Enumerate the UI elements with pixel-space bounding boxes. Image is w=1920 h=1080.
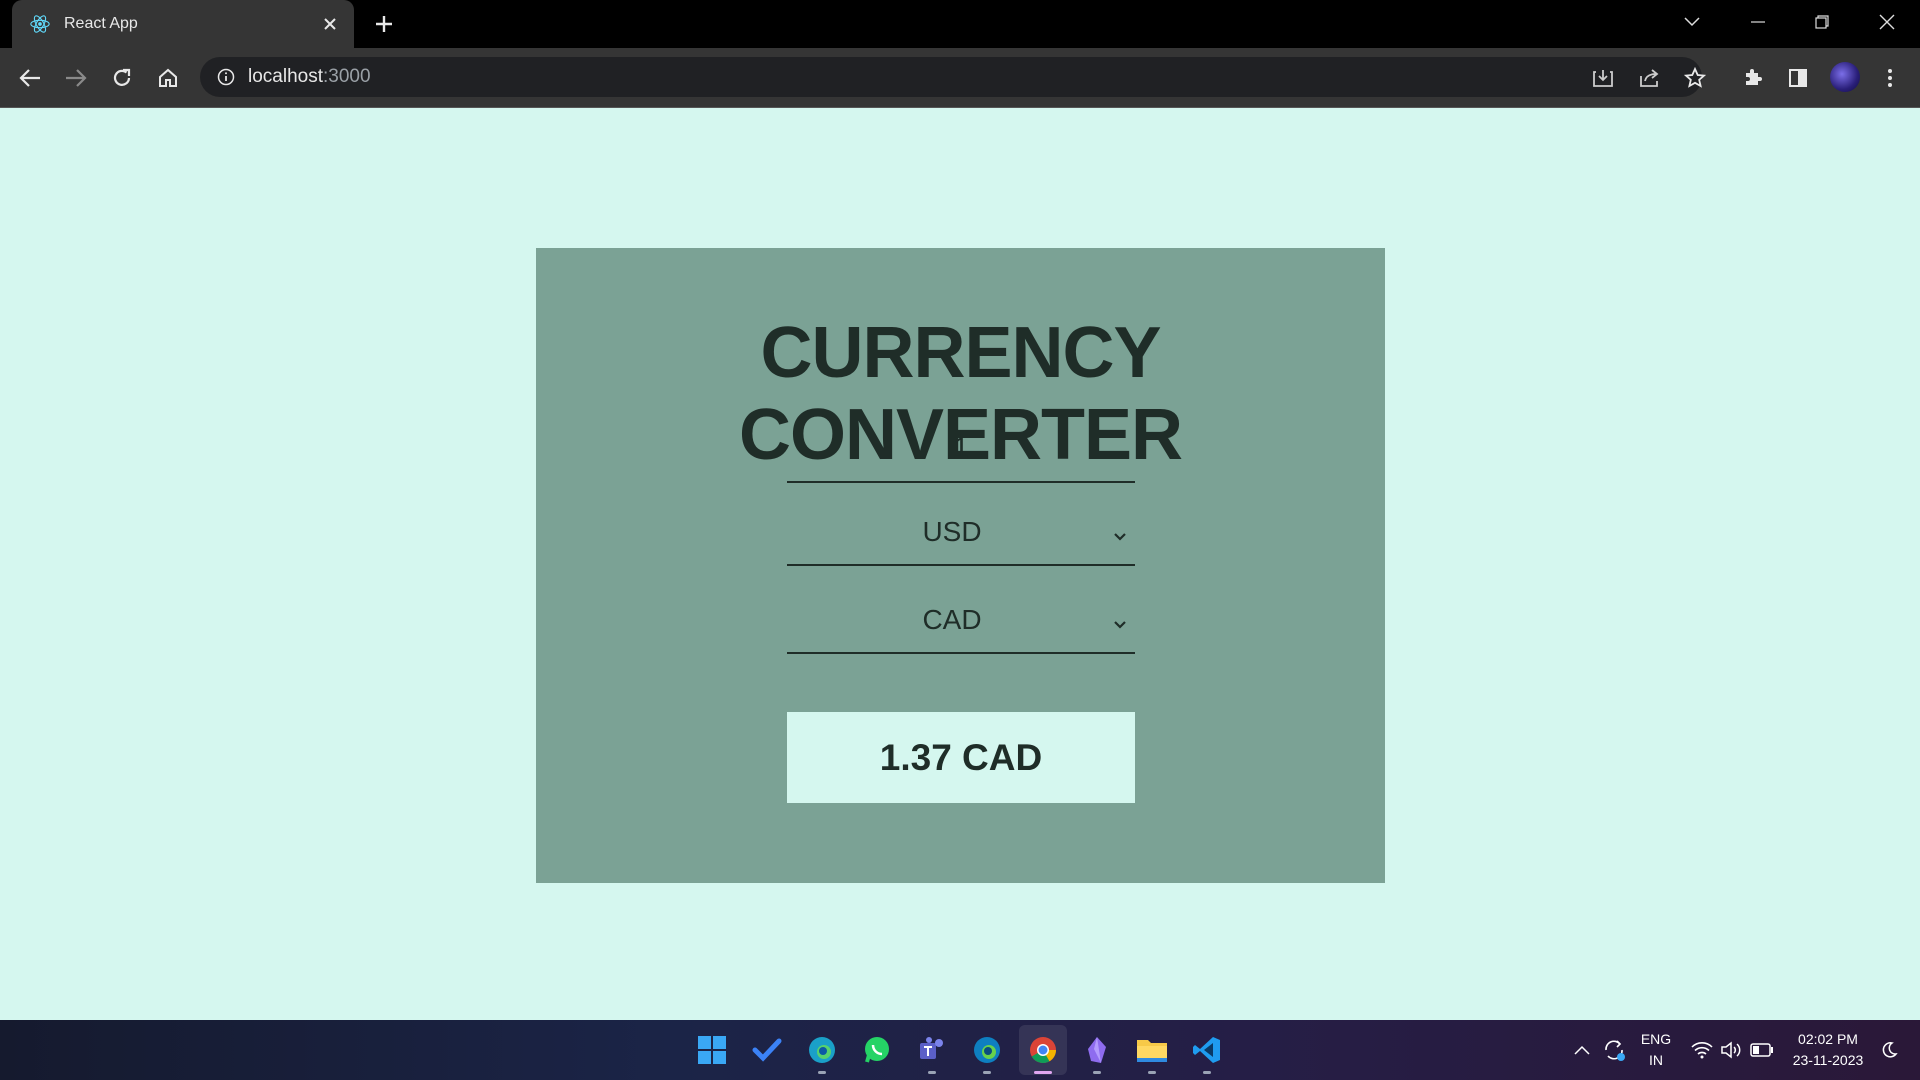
chrome-icon[interactable] xyxy=(1027,1034,1059,1066)
converter-card: CURRENCY CONVERTER 1 USD CAD 1.37 CAD xyxy=(536,248,1385,883)
windows-taskbar xyxy=(0,1020,1920,1080)
more-menu-icon[interactable] xyxy=(1874,62,1906,94)
browser-toolbar: localhost:3000 xyxy=(0,48,1920,108)
obsidian-icon[interactable] xyxy=(1081,1034,1113,1066)
from-currency-value: USD xyxy=(922,516,982,547)
site-info-icon[interactable] xyxy=(216,67,236,87)
sync-icon[interactable] xyxy=(1600,1034,1628,1066)
edge-dev-icon[interactable] xyxy=(971,1034,1003,1066)
url-port: :3000 xyxy=(323,66,371,87)
side-panel-icon[interactable] xyxy=(1782,62,1814,94)
reload-icon[interactable] xyxy=(106,62,138,94)
running-indicator xyxy=(1203,1071,1211,1074)
install-app-icon[interactable] xyxy=(1587,62,1619,94)
windows-start-icon[interactable] xyxy=(696,1034,728,1066)
clock-date[interactable]: 23-11-2023 xyxy=(1788,1052,1868,1068)
file-explorer-icon[interactable] xyxy=(1136,1034,1168,1066)
tab-search-chevron-icon[interactable] xyxy=(1660,0,1724,44)
restore-icon[interactable] xyxy=(1790,0,1854,44)
todo-icon[interactable] xyxy=(751,1034,783,1066)
edge-icon[interactable] xyxy=(806,1034,838,1066)
from-currency-select[interactable]: USD xyxy=(787,498,1135,566)
profile-avatar[interactable] xyxy=(1830,62,1860,92)
teams-icon[interactable] xyxy=(916,1034,948,1066)
language-indicator-bottom[interactable]: IN xyxy=(1638,1052,1674,1068)
running-indicator xyxy=(928,1071,936,1074)
url-host: localhost xyxy=(248,66,323,87)
amount-input[interactable]: 1 xyxy=(787,423,1135,483)
close-window-icon[interactable] xyxy=(1855,0,1919,44)
to-currency-select[interactable]: CAD xyxy=(787,586,1135,654)
chevron-down-icon xyxy=(1111,618,1129,632)
to-currency-value: CAD xyxy=(922,604,982,635)
battery-icon[interactable] xyxy=(1748,1034,1776,1066)
volume-icon[interactable] xyxy=(1718,1034,1744,1066)
new-tab-icon[interactable] xyxy=(372,12,396,36)
extensions-puzzle-icon[interactable] xyxy=(1737,62,1769,94)
running-indicator xyxy=(983,1071,991,1074)
running-indicator xyxy=(818,1071,826,1074)
clock-time[interactable]: 02:02 PM xyxy=(1788,1031,1868,1047)
share-icon[interactable] xyxy=(1634,62,1666,94)
wifi-icon[interactable] xyxy=(1688,1034,1716,1066)
react-logo-icon xyxy=(28,12,52,36)
running-indicator xyxy=(1093,1071,1101,1074)
whatsapp-icon[interactable] xyxy=(861,1034,893,1066)
active-indicator xyxy=(1034,1071,1052,1074)
tab-title: React App xyxy=(64,15,138,32)
browser-tab[interactable]: React App xyxy=(12,0,354,48)
running-indicator xyxy=(1148,1071,1156,1074)
focus-moon-icon[interactable] xyxy=(1876,1034,1902,1066)
address-bar[interactable]: localhost:3000 xyxy=(200,57,1702,97)
forward-arrow-icon[interactable] xyxy=(60,62,92,94)
tab-close-icon[interactable] xyxy=(318,12,342,36)
chevron-up-icon[interactable] xyxy=(1570,1034,1594,1066)
home-icon[interactable] xyxy=(152,62,184,94)
chevron-down-icon xyxy=(1111,530,1129,544)
minimize-icon[interactable] xyxy=(1726,0,1790,44)
conversion-result: 1.37 CAD xyxy=(787,712,1135,803)
language-indicator-top[interactable]: ENG xyxy=(1638,1031,1674,1047)
back-arrow-icon[interactable] xyxy=(14,62,46,94)
bookmark-star-icon[interactable] xyxy=(1679,62,1711,94)
browser-tab-strip: React App xyxy=(0,0,1920,48)
vscode-icon[interactable] xyxy=(1191,1034,1223,1066)
